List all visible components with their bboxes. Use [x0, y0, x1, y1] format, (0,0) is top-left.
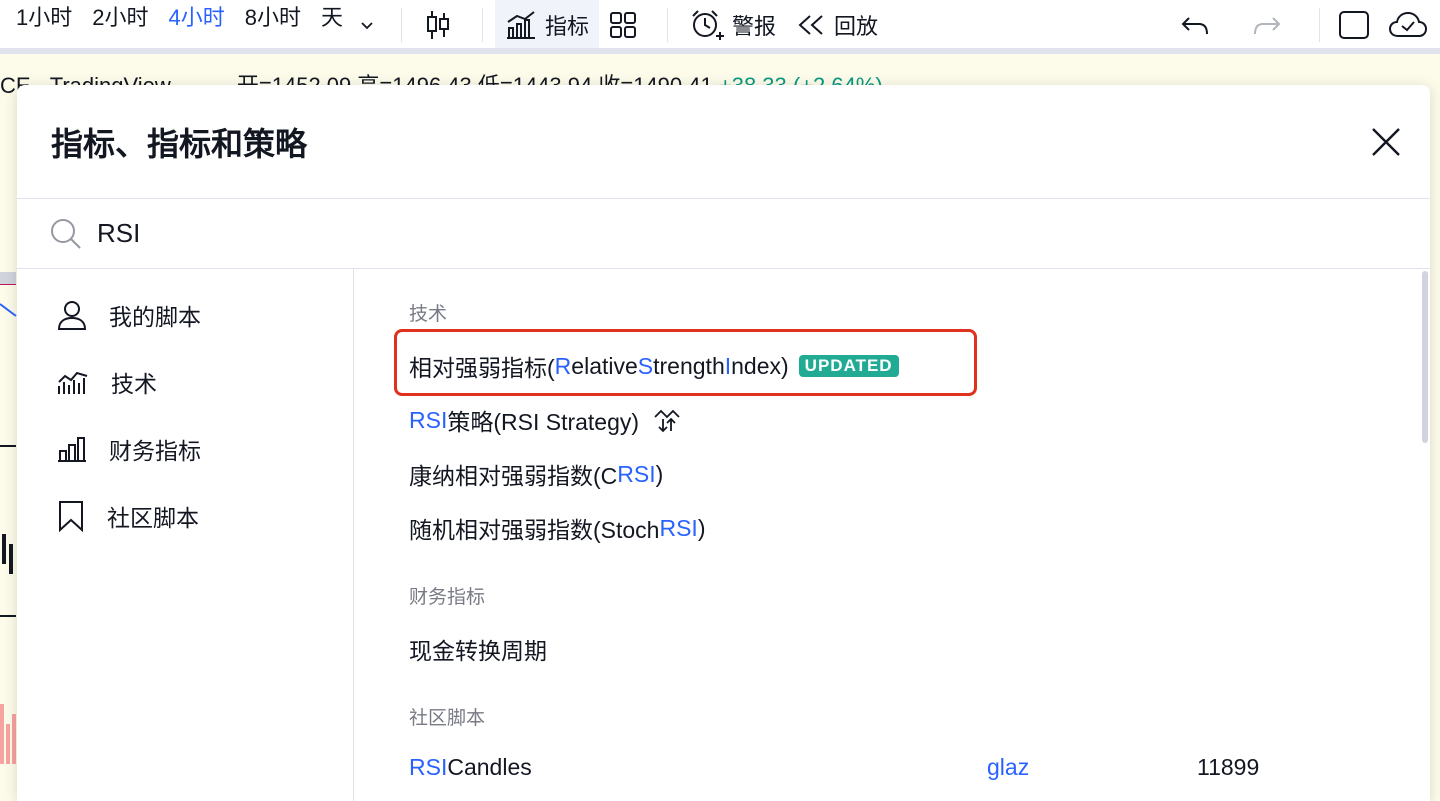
dialog-title: 指标、指标和策略 — [51, 125, 308, 162]
close-icon — [1372, 127, 1400, 156]
result-text: trength — [653, 352, 725, 379]
grid-icon — [610, 12, 637, 38]
top-toolbar: 1小时 2小时 4小时 8小时 天 指标 警报 回放 — [0, 0, 1440, 50]
dialog-header: 指标、指标和策略 — [17, 85, 1430, 199]
cloud-save-button[interactable] — [1384, 0, 1440, 50]
section-title-technical: 技术 — [409, 304, 448, 325]
timeframe-1d[interactable]: 天 — [311, 0, 353, 50]
sidebar-item-my-scripts[interactable]: 我的脚本 — [17, 281, 353, 348]
square-icon — [1339, 11, 1369, 39]
sidebar-item-technical[interactable]: 技术 — [17, 348, 353, 415]
toolbar-divider — [1319, 8, 1320, 42]
scrollbar-thumb[interactable] — [1422, 271, 1428, 443]
result-rsi-candles[interactable]: RSI Candles — [409, 754, 532, 781]
result-text: 相对强弱指标( — [409, 355, 555, 381]
alert-button[interactable]: 警报 — [680, 0, 786, 50]
replay-button[interactable]: 回放 — [786, 0, 888, 50]
match-highlight: S — [637, 352, 654, 379]
bookmark-icon — [59, 500, 83, 532]
timeframe-4h[interactable]: 4小时 — [159, 0, 235, 50]
result-crsi[interactable]: 康纳相对强弱指数(C RSI) — [409, 457, 663, 491]
match-highlight: RSI — [409, 406, 448, 433]
toolbar-divider — [667, 8, 669, 42]
redo-icon — [1254, 17, 1281, 35]
result-stoch-rsi[interactable]: 随机相对强弱指数(Stoch RSI) — [409, 511, 706, 545]
category-sidebar: 我的脚本 技术 财务指标 社区脚本 — [17, 269, 354, 801]
results-list: 技术 相对强弱指标(Relative Strength Index) UPDAT… — [354, 269, 1430, 801]
replay-label: 回放 — [834, 14, 879, 39]
sidebar-item-label: 社区脚本 — [107, 504, 199, 531]
result-text: elative — [571, 352, 638, 379]
section-title-financials: 财务指标 — [409, 587, 486, 608]
result-text: 康纳相对强弱指数(C — [409, 463, 618, 489]
section-title-community: 社区脚本 — [409, 708, 486, 729]
sidebar-item-financials[interactable]: 财务指标 — [17, 415, 353, 482]
financials-icon — [58, 436, 86, 462]
result-text: 策略(RSI Strategy) — [447, 409, 640, 435]
rewind-icon — [798, 15, 823, 35]
match-highlight: RSI — [659, 514, 698, 541]
toolbar-divider — [401, 8, 403, 42]
technical-icon — [58, 371, 88, 394]
sidebar-item-community[interactable]: 社区脚本 — [17, 482, 353, 549]
search-icon — [51, 218, 81, 249]
match-highlight: RSI — [409, 754, 448, 780]
result-text: 随机相对强弱指数(Stoch — [409, 517, 660, 543]
timeframe-dropdown-button[interactable] — [353, 0, 389, 50]
results-scrollbar[interactable] — [1420, 269, 1430, 801]
search-input[interactable] — [97, 218, 697, 249]
user-icon — [57, 300, 87, 330]
close-button[interactable] — [1366, 122, 1406, 162]
indicators-label: 指标 — [545, 14, 590, 39]
match-highlight: R — [554, 352, 572, 379]
indicators-dialog: 指标、指标和策略 我的脚本 技术 财务指标 社区脚本 — [17, 85, 1430, 801]
search-bar — [17, 199, 1430, 269]
indicators-icon — [507, 11, 536, 39]
alarm-clock-icon — [692, 10, 725, 40]
updated-badge: UPDATED — [798, 355, 899, 377]
indicators-button[interactable]: 指标 — [495, 0, 600, 50]
timeframe-1h[interactable]: 1小时 — [6, 0, 82, 50]
sidebar-item-label: 技术 — [111, 370, 157, 397]
timeframe-2h[interactable]: 2小时 — [82, 0, 158, 50]
chart-type-button[interactable] — [414, 0, 470, 50]
dialog-body: 我的脚本 技术 财务指标 社区脚本 技术 相对强弱指标(Relative Str… — [17, 269, 1430, 801]
redo-button[interactable] — [1235, 0, 1307, 50]
sidebar-item-label: 我的脚本 — [109, 303, 201, 330]
cloud-check-icon — [1388, 11, 1428, 37]
result-text: 现金转换周期 — [409, 638, 547, 664]
undo-icon — [1181, 17, 1208, 35]
result-rsi[interactable]: 相对强弱指标(Relative Strength Index) UPDATED — [409, 349, 899, 383]
result-cash-conversion-cycle[interactable]: 现金转换周期 — [409, 632, 547, 666]
result-text: Candles — [447, 754, 532, 780]
timeframe-8h[interactable]: 8小时 — [235, 0, 311, 50]
toolbar-divider — [482, 8, 484, 42]
script-author-link[interactable]: glaz — [987, 754, 1029, 781]
strategy-icon — [654, 409, 680, 433]
candlestick-icon — [427, 11, 450, 39]
result-text: ) — [655, 460, 664, 487]
fullscreen-button[interactable] — [1332, 0, 1384, 50]
layout-templates-button[interactable] — [599, 0, 655, 50]
alert-label: 警报 — [732, 14, 777, 39]
script-likes-count: 11899 — [1197, 754, 1260, 780]
match-highlight: RSI — [617, 460, 656, 487]
sidebar-item-label: 财务指标 — [109, 437, 201, 464]
result-rsi-strategy[interactable]: RSI 策略(RSI Strategy) — [409, 403, 681, 437]
undo-button[interactable] — [1163, 0, 1235, 50]
result-text: ) — [697, 514, 706, 541]
chevron-down-icon — [361, 22, 373, 30]
result-text: ndex) — [731, 352, 789, 379]
